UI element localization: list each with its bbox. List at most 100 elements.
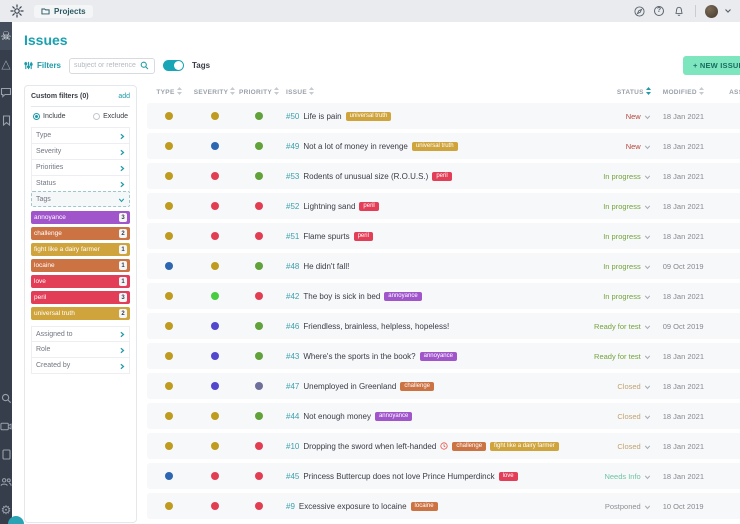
add-filter-link[interactable]: add [118,93,130,100]
chevron-down-icon [644,474,651,480]
status-value[interactable]: Postponed [605,502,641,511]
type-cell [147,322,191,330]
issue-id-link[interactable]: #51 [286,232,299,241]
tag-filter-love[interactable]: love1 [31,275,130,288]
status-chevron-icon[interactable] [644,137,651,155]
status-cell: Ready for test [559,347,651,365]
status-chevron-icon[interactable] [644,227,651,245]
issue-id-link[interactable]: #52 [286,202,299,211]
issue-id-link[interactable]: #43 [286,352,299,361]
new-issue-button[interactable]: + NEW ISSUE [683,56,740,75]
tag-filter-challenge[interactable]: challenge2 [31,227,130,240]
status-chevron-icon[interactable] [644,257,651,275]
priority-cell [238,202,280,210]
issue-id-link[interactable]: #45 [286,472,299,481]
tag-filter-locaine[interactable]: locaine1 [31,259,130,272]
column-header-type[interactable]: TYPE [147,87,191,97]
filter-category-type[interactable]: Type [31,127,130,143]
help-icon[interactable]: ? [652,4,666,18]
sidebar-item-project[interactable]: ☠ [0,22,12,50]
sidebar-item-discussions[interactable] [0,78,12,106]
issue-id-link[interactable]: #47 [286,382,299,391]
filter-category-severity[interactable]: Severity [31,143,130,159]
status-chevron-icon[interactable] [644,437,651,455]
filter-category-tags[interactable]: Tags [31,191,130,207]
filter-category-status[interactable]: Status [31,175,130,191]
issue-id-link[interactable]: #49 [286,142,299,151]
status-value[interactable]: In progress [603,232,641,241]
bell-icon[interactable] [672,4,686,18]
issue-id-link[interactable]: #48 [286,262,299,271]
exclude-radio[interactable]: Exclude [93,113,128,120]
tag-filter-universal-truth[interactable]: universal truth2 [31,307,130,320]
issue-id-link[interactable]: #44 [286,412,299,421]
status-chevron-icon[interactable] [644,317,651,335]
status-chevron-icon[interactable] [644,347,651,365]
status-value[interactable]: Ready for test [594,352,641,361]
sidebar-search[interactable] [0,384,12,412]
column-header-severity[interactable]: SEVERITY [191,87,238,97]
filter-category-role[interactable]: Role [31,342,130,358]
status-value[interactable]: In progress [603,172,641,181]
user-avatar[interactable] [705,5,718,18]
status-value[interactable]: Ready for test [594,322,641,331]
column-header-status[interactable]: STATUS [559,87,651,97]
tag-filter-annoyance[interactable]: annoyance3 [31,211,130,224]
status-value[interactable]: Closed [617,382,640,391]
sidebar-item-trackers[interactable]: △ [0,50,12,78]
status-chevron-icon[interactable] [644,197,651,215]
tags-toggle[interactable] [163,60,184,71]
issue-id-link[interactable]: #46 [286,322,299,331]
status-chevron-icon[interactable] [644,497,651,515]
filter-category-priorities[interactable]: Priorities [31,159,130,175]
issue-id-link[interactable]: #10 [286,442,299,451]
assignee-cell [723,377,740,395]
status-value[interactable]: Closed [617,412,640,421]
search-input[interactable] [74,62,140,69]
include-radio[interactable]: Include [33,113,66,120]
sidebar-documents[interactable] [0,440,12,468]
type-dot [165,262,173,270]
status-value[interactable]: New [626,112,641,121]
compass-icon[interactable] [632,4,646,18]
status-chevron-icon[interactable] [644,107,651,125]
column-header-priority[interactable]: PRIORITY [238,87,280,97]
status-value[interactable]: In progress [603,262,641,271]
top-bar: Projects ? [0,0,740,22]
assignee-cell [723,467,740,485]
status-chevron-icon[interactable] [644,407,651,425]
issue-tag-love: love [499,472,518,481]
issue-id-link[interactable]: #53 [286,172,299,181]
severity-dot [211,322,219,330]
issue-id-link[interactable]: #42 [286,292,299,301]
filter-category-assigned-to[interactable]: Assigned to [31,326,130,342]
user-menu-chevron-icon[interactable] [724,8,732,14]
tag-filter-peril[interactable]: peril3 [31,291,130,304]
sidebar-members[interactable] [0,468,12,496]
status-chevron-icon[interactable] [644,167,651,185]
column-header-modified[interactable]: MODIFIED [651,87,723,97]
column-header-issue[interactable]: ISSUE [280,87,559,97]
filter-category-created-by[interactable]: Created by [31,358,130,374]
assignee-cell [723,317,740,335]
status-chevron-icon[interactable] [644,467,651,485]
breadcrumb[interactable]: Projects [34,5,93,18]
issue-id-link[interactable]: #50 [286,112,299,121]
app-logo-icon[interactable] [6,2,28,20]
status-chevron-icon[interactable] [644,377,651,395]
status-chevron-icon[interactable] [644,287,651,305]
filters-button[interactable]: Filters [24,61,61,70]
status-value[interactable]: In progress [603,202,641,211]
status-value[interactable]: Needs Info [604,472,640,481]
sidebar-item-bookmarks[interactable] [0,106,12,134]
modified-cell: 18 Jan 2021 [651,112,723,121]
status-value[interactable]: In progress [603,292,641,301]
sidebar-video[interactable] [0,412,12,440]
tag-filter-fight-like-a-dairy-farmer[interactable]: fight like a dairy farmer1 [31,243,130,256]
status-value[interactable]: New [626,142,641,151]
main-content: Issues Filters Tags + NEW ISSUE [12,22,740,524]
issue-id-link[interactable]: #9 [286,502,295,511]
status-value[interactable]: Closed [617,442,640,451]
column-header-assign-to[interactable]: ASSIGN TO [723,87,740,97]
toggle-knob [174,61,183,70]
